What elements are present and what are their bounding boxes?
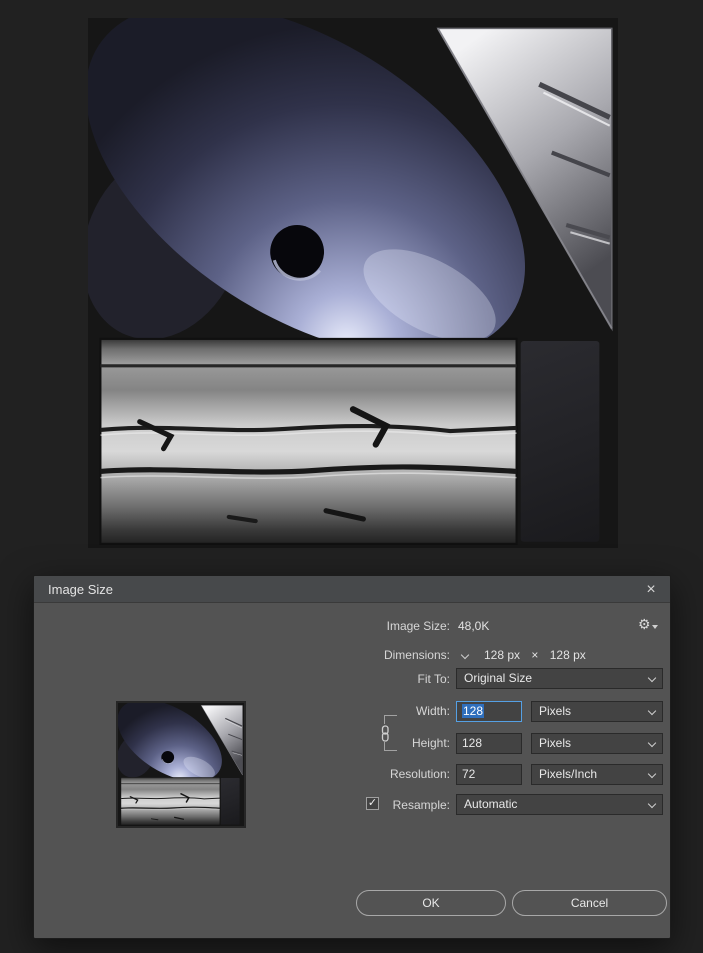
resolution-unit-value: Pixels/Inch	[539, 767, 598, 781]
cancel-button[interactable]: Cancel	[512, 890, 667, 916]
dimensions-value: 128 px × 128 px	[484, 648, 586, 662]
width-label: Width:	[415, 704, 450, 718]
width-unit-select[interactable]: Pixels	[531, 701, 663, 722]
height-unit-value: Pixels	[539, 736, 572, 750]
dialog-title: Image Size	[48, 581, 114, 597]
fit-to-select[interactable]: Original Size	[456, 668, 663, 689]
settings-gear-button[interactable]: ⚙	[638, 616, 658, 633]
chevron-down-icon	[647, 738, 657, 748]
height-input[interactable]: 128	[456, 733, 522, 754]
resample-select[interactable]: Automatic	[456, 794, 663, 815]
width-input[interactable]: 128	[456, 701, 522, 722]
cancel-button-label: Cancel	[570, 896, 609, 910]
image-size-label: Image Size:	[386, 619, 450, 633]
chevron-down-icon	[647, 706, 657, 716]
thumbnail-artwork	[102, 682, 245, 827]
close-icon: ×	[646, 580, 656, 598]
dimensions-chevron-icon[interactable]	[460, 650, 470, 660]
width-unit-value: Pixels	[539, 704, 572, 718]
multiply-icon: ×	[531, 648, 539, 662]
ok-button-label: OK	[422, 896, 440, 910]
chevron-down-icon	[647, 769, 657, 779]
width-value: 128	[462, 704, 485, 718]
resolution-unit-select[interactable]: Pixels/Inch	[531, 764, 663, 785]
resample-value: Automatic	[464, 797, 518, 811]
height-unit-select[interactable]: Pixels	[531, 733, 663, 754]
chevron-down-icon	[647, 673, 657, 683]
document-preview-image	[88, 18, 618, 548]
chevron-down-icon	[647, 799, 657, 809]
fit-to-label: Fit To:	[417, 672, 450, 686]
close-button[interactable]: ×	[638, 576, 664, 603]
dimensions-width-value: 128 px	[484, 648, 521, 662]
dimensions-height-value: 128 px	[549, 648, 586, 662]
resolution-label: Resolution:	[389, 767, 450, 781]
image-size-dialog: Image Size × Image Size: 48,0K ⚙ Dimensi…	[33, 575, 671, 939]
ok-button[interactable]: OK	[356, 890, 506, 916]
fit-to-value: Original Size	[464, 671, 533, 685]
dimensions-label: Dimensions:	[383, 648, 450, 662]
resolution-input[interactable]: 72	[456, 764, 522, 785]
height-value: 128	[462, 736, 483, 750]
height-label: Height:	[411, 736, 450, 750]
resolution-value: 72	[462, 767, 476, 781]
dialog-titlebar[interactable]: Image Size ×	[34, 576, 670, 603]
gear-icon: ⚙	[638, 616, 651, 632]
texture-artwork	[88, 18, 618, 548]
flyout-arrow-icon	[651, 625, 658, 629]
preview-thumbnail[interactable]	[102, 682, 246, 828]
photoshop-canvas: Image Size × Image Size: 48,0K ⚙ Dimensi…	[0, 0, 703, 953]
resample-label: Resample:	[392, 798, 450, 812]
image-size-value: 48,0K	[458, 619, 490, 633]
